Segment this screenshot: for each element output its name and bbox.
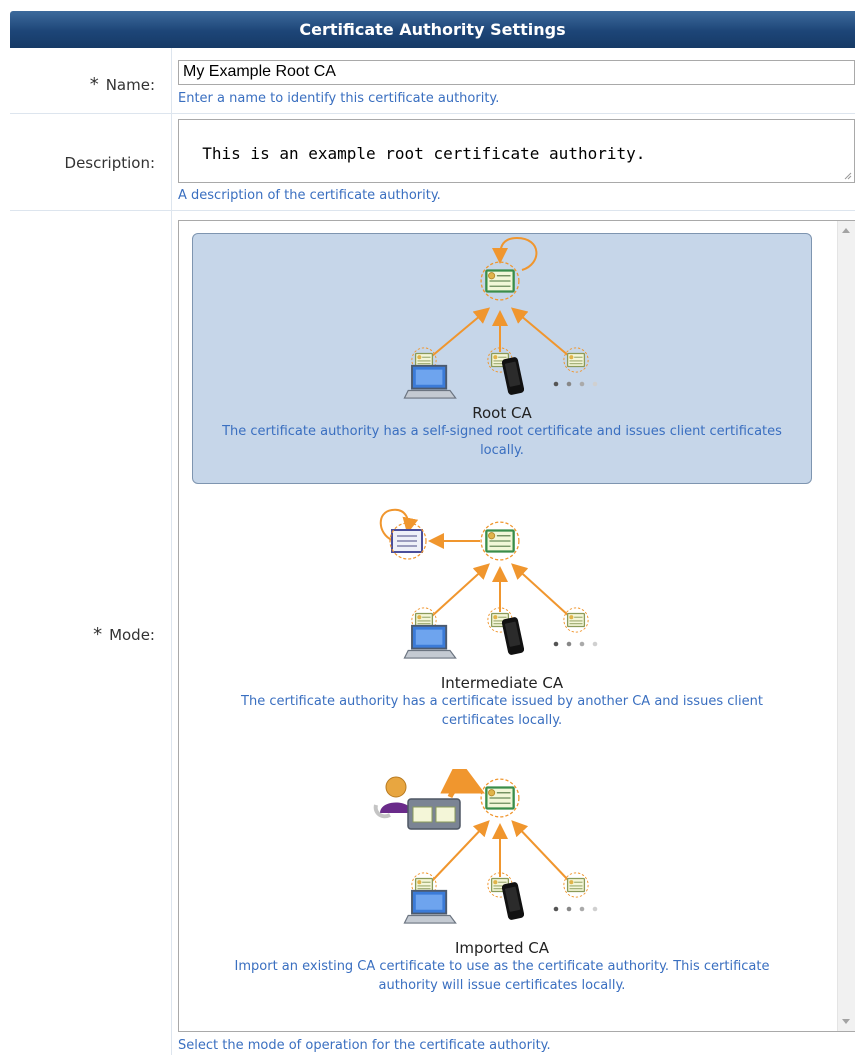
scroll-up-arrow-icon[interactable] (842, 228, 850, 233)
mode-option-description: The certificate authority has a certific… (241, 694, 763, 728)
mode-option-intermediate-ca[interactable]: Intermediate CA The certificate authorit… (192, 504, 812, 749)
root-certificate-icon (479, 260, 521, 302)
phone-icon (502, 881, 524, 921)
client-certificate-icon (563, 347, 589, 373)
laptop-icon (403, 364, 457, 400)
intermediate-ca-diagram (379, 508, 598, 660)
description-hint: A description of the certificate authori… (178, 188, 441, 203)
mode-selector[interactable]: Root CA The certificate authority has a … (178, 220, 855, 1032)
column-divider (171, 48, 172, 1055)
mode-option-imported-ca[interactable]: Imported CA Import an existing CA certif… (192, 769, 812, 1009)
required-marker: * (93, 624, 103, 645)
more-devices-icon (553, 381, 598, 387)
more-devices-icon (553, 641, 598, 647)
phone-icon (502, 356, 524, 396)
imported-certificate-icon (479, 777, 521, 819)
client-certificate-icon (563, 872, 589, 898)
laptop-icon (403, 624, 457, 660)
name-hint: Enter a name to identify this certificat… (178, 91, 500, 106)
mode-option-description: Import an existing CA certificate to use… (234, 959, 770, 993)
panel-title: Certificate Authority Settings (299, 20, 566, 39)
panel-header: Certificate Authority Settings (10, 11, 855, 48)
mode-option-title: Root CA (472, 404, 532, 422)
description-textarea[interactable]: This is an example root certificate auth… (178, 119, 855, 183)
resize-grip-icon[interactable] (844, 172, 852, 180)
mode-label: * Mode: (93, 624, 155, 645)
required-marker: * (89, 74, 99, 95)
client-certificate-icon (563, 607, 589, 633)
mode-option-root-ca[interactable]: Root CA The certificate authority has a … (192, 233, 812, 484)
row-divider (10, 113, 855, 114)
mode-option-title: Intermediate CA (440, 674, 564, 692)
description-label: Description: (64, 154, 155, 172)
intermediate-certificate-icon (479, 520, 521, 562)
phone-icon (502, 616, 524, 656)
name-label: * Name: (89, 74, 155, 95)
laptop-icon (403, 889, 457, 925)
mode-option-description: The certificate authority has a self-sig… (222, 424, 782, 458)
mode-hint: Select the mode of operation for the cer… (178, 1038, 551, 1053)
mode-scrollbar[interactable] (837, 221, 855, 1031)
name-input[interactable]: My Example Root CA (178, 60, 855, 85)
scroll-down-arrow-icon[interactable] (842, 1019, 850, 1024)
more-devices-icon (553, 906, 598, 912)
row-divider (10, 210, 855, 211)
mode-option-title: Imported CA (454, 939, 550, 957)
imported-ca-diagram (373, 769, 598, 925)
root-ca-diagram (403, 236, 598, 400)
